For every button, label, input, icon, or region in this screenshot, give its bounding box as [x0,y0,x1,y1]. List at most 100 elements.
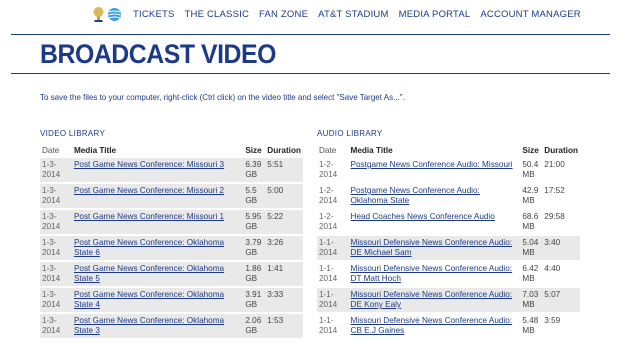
table-row: 1-2-2014 Postgame News Conference Audio:… [317,184,580,208]
column-header-size: Size [522,145,539,155]
row-date: 1-2-2014 [319,212,338,231]
row-duration: 3:33 [265,288,303,312]
title-divider [11,73,610,74]
audio-library-title: AUDIO LIBRARY [317,129,383,138]
audio-title-link[interactable]: Missouri Defensive News Conference Audio… [351,316,513,335]
nav-account-manager[interactable]: ACCOUNT MANAGER [480,9,580,20]
row-date: 1-3-2014 [40,184,72,208]
row-duration: 29:58 [544,212,565,221]
row-duration: 3:26 [265,236,303,260]
row-duration: 17:52 [544,186,565,195]
row-date: 1-3-2014 [40,262,72,286]
column-header-date: Date [42,145,60,155]
row-date: 1-3-2014 [40,236,72,260]
row-date: 1-3-2014 [40,288,72,312]
row-duration: 5:07 [542,288,580,312]
main-nav: TICKETS THE CLASSIC FAN ZONE AT&T STADIU… [133,9,591,20]
video-title-link[interactable]: Post Game News Conference: Oklahoma Stat… [74,264,224,283]
row-date: 1-3-2014 [40,314,72,338]
table-row: 1-3-2014 Post Game News Conference: Okla… [40,262,303,286]
row-size: 6.39 GB [243,158,266,182]
audio-title-link[interactable]: Missouri Defensive News Conference Audio… [351,238,513,257]
table-row: 1-1-2014 Missouri Defensive News Confere… [317,288,580,312]
video-title-link[interactable]: Post Game News Conference: Missouri 1 [74,212,224,221]
att-globe-logo-icon[interactable] [107,7,122,22]
column-header-duration: Duration [544,145,578,155]
row-size: 68.6 MB [522,212,539,231]
row-date: 1-2-2014 [319,160,338,179]
row-duration: 5:51 [265,158,303,182]
audio-title-link[interactable]: Missouri Defensive News Conference Audio… [351,264,513,283]
nav-tickets[interactable]: TICKETS [133,9,175,20]
table-row: 1-3-2014 Post Game News Conference: Okla… [40,236,303,260]
video-title-link[interactable]: Post Game News Conference: Oklahoma Stat… [74,238,224,257]
audio-library: AUDIO LIBRARY Date Media Title Size Dura… [317,129,580,340]
row-duration: 5:00 [265,184,303,208]
table-row: 1-2-2014 Postgame News Conference Audio:… [317,158,580,182]
video-title-link[interactable]: Post Game News Conference: Oklahoma Stat… [74,316,224,335]
page-title: BROADCAST VIDEO [40,39,276,69]
video-title-link[interactable]: Post Game News Conference: Oklahoma Stat… [74,290,224,309]
column-header-media-title: Media Title [73,145,117,155]
row-duration: 21:00 [544,160,565,169]
table-row: 1-1-2014 Missouri Defensive News Confere… [317,262,580,286]
row-duration: 3:59 [544,316,561,325]
column-header-date: Date [319,145,337,155]
row-date: 1-3-2014 [40,158,72,182]
audio-title-link[interactable]: Missouri Defensive News Conference Audio… [351,290,513,309]
row-duration: 1:41 [265,262,303,286]
row-size: 5.95 GB [243,210,266,234]
table-row: 1-3-2014 Post Game News Conference: Miss… [40,210,303,234]
column-header-size: Size [245,145,262,155]
audio-title-link[interactable]: Postgame News Conference Audio: Oklahoma… [351,186,480,205]
row-size: 3.91 GB [243,288,266,312]
column-header-media-title: Media Title [350,145,393,155]
video-title-link[interactable]: Post Game News Conference: Missouri 3 [74,160,224,169]
table-row: 1-3-2014 Post Game News Conference: Okla… [40,314,303,338]
row-duration: 4:40 [544,264,561,273]
nav-the-classic[interactable]: THE CLASSIC [185,9,250,20]
row-date: 1-1-2014 [319,316,338,335]
video-title-link[interactable]: Post Game News Conference: Missouri 2 [74,186,224,195]
row-date: 1-1-2014 [317,288,349,312]
video-table-header: Date Media Title Size Duration [40,144,303,156]
nav-media-portal[interactable]: MEDIA PORTAL [399,9,471,20]
top-navigation: TICKETS THE CLASSIC FAN ZONE AT&T STADIU… [0,0,620,34]
row-size: 6.42 MB [522,264,539,283]
row-size: 50.4 MB [522,160,539,179]
row-duration: 3:40 [542,236,580,260]
logo-group[interactable] [92,6,122,23]
row-size: 5.48 MB [522,316,539,335]
nav-fan-zone[interactable]: FAN ZONE [259,9,308,20]
table-row: 1-2-2014 Head Coaches News Conference Au… [317,210,580,234]
table-row: 1-1-2014 Missouri Defensive News Confere… [317,236,580,260]
row-date: 1-1-2014 [319,264,338,283]
row-date: 1-2-2014 [319,186,338,205]
row-size: 2.06 GB [243,314,266,338]
row-size: 3.79 GB [243,236,266,260]
audio-title-link[interactable]: Head Coaches News Conference Audio [351,212,495,221]
row-size: 1.86 GB [243,262,266,286]
table-row: 1-3-2014 Post Game News Conference: Okla… [40,288,303,312]
row-size: 5.5 GB [243,184,266,208]
row-date: 1-3-2014 [40,210,72,234]
audio-table: Date Media Title Size Duration 1-2-2014 … [317,142,580,340]
audio-title-link[interactable]: Postgame News Conference Audio: Missouri [351,160,513,169]
table-row: 1-3-2014 Post Game News Conference: Miss… [40,184,303,208]
row-size: 5.04 MB [520,236,543,260]
table-row: 1-1-2014 Missouri Defensive News Confere… [317,314,580,338]
column-header-duration: Duration [267,145,301,155]
video-library-title: VIDEO LIBRARY [40,129,106,138]
cotton-bowl-logo-icon[interactable] [92,6,105,23]
header-divider [11,34,610,35]
table-row: 1-3-2014 Post Game News Conference: Miss… [40,158,303,182]
nav-att-stadium[interactable]: AT&T STADIUM [318,9,389,20]
audio-table-header: Date Media Title Size Duration [317,144,580,156]
row-duration: 1:53 [265,314,303,338]
row-duration: 5:22 [265,210,303,234]
row-size: 7.03 MB [520,288,543,312]
video-table: Date Media Title Size Duration 1-3-2014 … [40,142,303,340]
row-date: 1-1-2014 [317,236,349,260]
row-size: 42.9 MB [522,186,539,205]
save-instructions: To save the files to your computer, righ… [40,93,405,102]
